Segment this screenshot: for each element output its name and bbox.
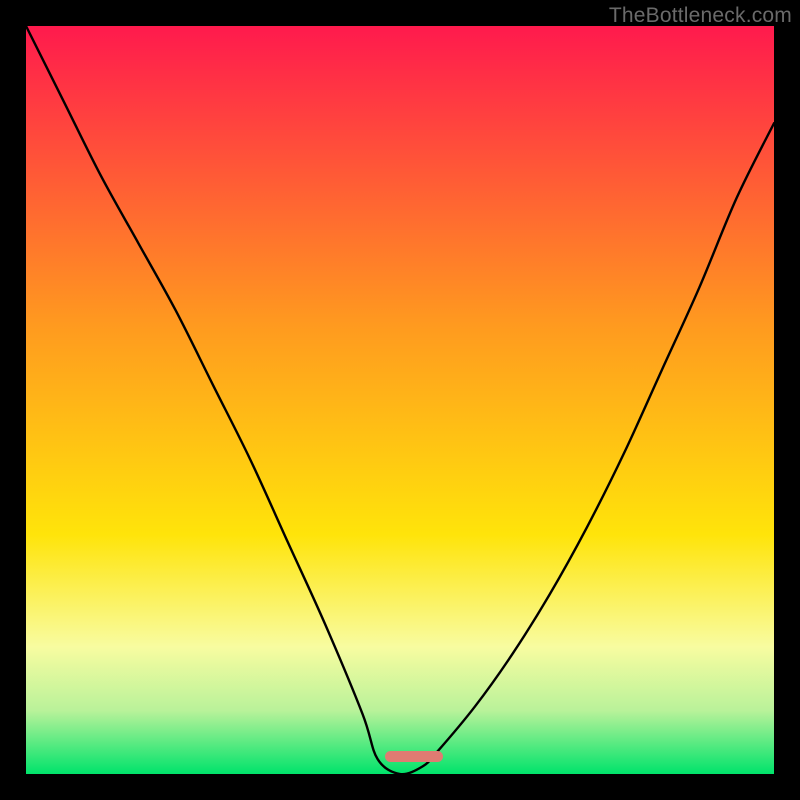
bottleneck-curve-plot [26,26,774,774]
optimum-marker-pill [385,751,443,762]
chart-container: TheBottleneck.com [0,0,800,800]
watermark-text: TheBottleneck.com [609,4,792,28]
gradient-background [26,26,774,774]
plot-area [26,26,774,774]
